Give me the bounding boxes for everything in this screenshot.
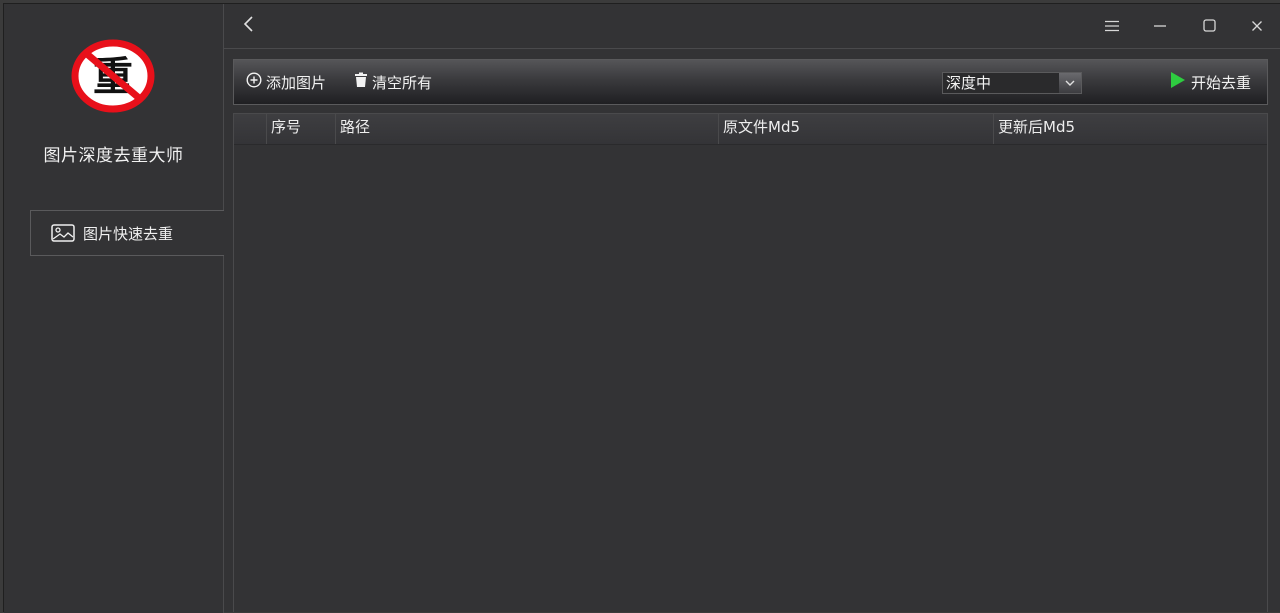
app-window: 重 图片深度去重大师 图片快速去重 <box>3 3 1280 613</box>
image-icon <box>51 224 75 242</box>
column-header-path[interactable]: 路径 <box>335 114 718 144</box>
start-dedup-button[interactable]: 开始去重 <box>1169 72 1251 92</box>
results-table: 序号 路径 原文件Md5 更新后Md5 <box>233 113 1268 612</box>
close-icon <box>1251 17 1263 36</box>
close-button[interactable] <box>1245 14 1269 38</box>
sidebar-item-quick-dedup[interactable]: 图片快速去重 <box>30 210 224 256</box>
minimize-button[interactable] <box>1148 14 1172 38</box>
clear-all-button[interactable]: 清空所有 <box>354 72 432 92</box>
column-header-updated-md5[interactable]: 更新后Md5 <box>993 114 1267 144</box>
mode-select-value: 深度中 <box>946 74 992 92</box>
play-icon <box>1169 71 1191 93</box>
hamburger-menu-icon <box>1104 17 1120 36</box>
title-bar <box>223 4 1280 48</box>
mode-select[interactable]: 深度中 <box>942 72 1082 94</box>
add-image-label: 添加图片 <box>266 73 327 92</box>
chevron-left-icon <box>242 16 256 36</box>
table-body <box>234 145 1267 612</box>
sidebar-item-label: 图片快速去重 <box>83 224 174 243</box>
add-image-button[interactable]: 添加图片 <box>246 72 326 92</box>
column-header-index[interactable]: 序号 <box>266 114 335 144</box>
column-header-original-md5[interactable]: 原文件Md5 <box>718 114 993 144</box>
toolbar: 添加图片 清空所有 深度中 开始去重 <box>233 59 1268 105</box>
plus-circle-icon <box>246 72 266 92</box>
sidebar: 重 图片深度去重大师 图片快速去重 <box>4 4 224 613</box>
trash-icon <box>354 72 372 92</box>
app-logo: 重 <box>70 38 156 114</box>
column-header-select <box>234 114 266 144</box>
main-panel: 添加图片 清空所有 深度中 开始去重 序号 路径 原文件Md5 更新后Md5 <box>223 48 1280 612</box>
maximize-button[interactable] <box>1197 14 1221 38</box>
chevron-down-icon <box>1059 73 1081 93</box>
start-dedup-label: 开始去重 <box>1191 73 1252 92</box>
minimize-icon <box>1153 17 1167 36</box>
menu-button[interactable] <box>1100 14 1124 38</box>
maximize-icon <box>1202 17 1216 36</box>
table-header: 序号 路径 原文件Md5 更新后Md5 <box>234 114 1267 145</box>
clear-all-label: 清空所有 <box>372 73 433 92</box>
back-button[interactable] <box>237 14 261 38</box>
app-title: 图片深度去重大师 <box>43 146 184 166</box>
